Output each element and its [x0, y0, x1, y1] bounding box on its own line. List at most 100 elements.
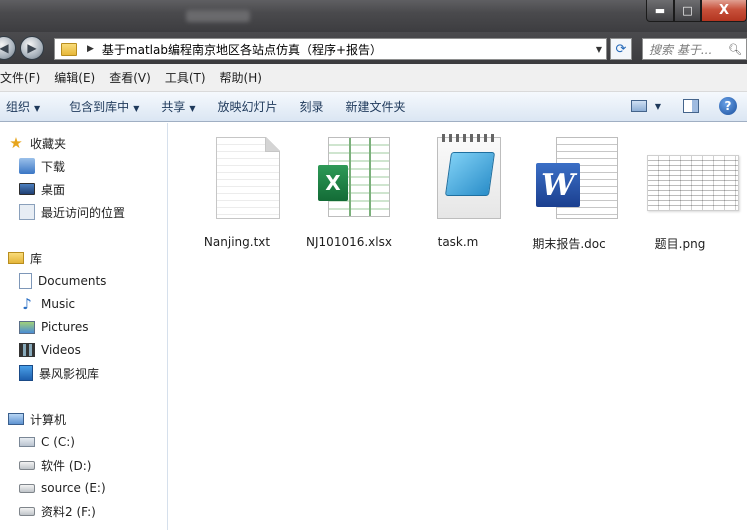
title-bar: ▬ □ X	[0, 0, 747, 32]
maximize-button[interactable]: □	[674, 0, 701, 22]
menu-tools[interactable]: 工具(T)	[158, 69, 213, 86]
png-thumbnail	[645, 135, 739, 223]
nav-item-drive-e[interactable]: source (E:)	[0, 477, 106, 499]
downloads-folder-icon	[19, 158, 35, 174]
back-button[interactable]: ◀	[0, 36, 16, 60]
command-bar: 组织 ▼ 包含到库中 ▼ 共享 ▼ 放映幻灯片 刻录 新建文件夹 ▼ ?	[0, 92, 747, 122]
excel-file-icon: X	[314, 135, 390, 223]
desktop-icon	[19, 183, 35, 195]
nav-item-label: 资料2 (F:)	[41, 504, 96, 519]
nav-item-label: 最近访问的位置	[41, 205, 126, 220]
share-button[interactable]: 共享 ▼	[150, 98, 206, 115]
computer-icon	[8, 413, 24, 425]
nav-item-label: 软件 (D:)	[41, 458, 92, 473]
preview-pane-icon[interactable]	[683, 99, 699, 113]
nav-item-label: Pictures	[41, 320, 89, 334]
nav-item-downloads[interactable]: 下载	[0, 155, 65, 177]
nav-item-label: source (E:)	[41, 481, 106, 495]
pictures-icon	[19, 320, 35, 334]
menu-view[interactable]: 查看(V)	[102, 69, 158, 86]
file-name: task.m	[437, 235, 479, 249]
file-item[interactable]: W 期末报告.doc	[519, 135, 619, 252]
window-controls: ▬ □ X	[646, 0, 747, 22]
new-folder-button[interactable]: 新建文件夹	[335, 98, 417, 115]
navigation-pane: ★ 收藏夹 下载 桌面 最近访问的位置 库 Documents ♪ Music Pi…	[0, 123, 168, 530]
documents-icon	[19, 273, 32, 289]
system-drive-icon	[19, 437, 35, 447]
nav-item-drive-c[interactable]: C (C:)	[0, 431, 75, 453]
file-item[interactable]: task.m	[408, 134, 508, 249]
chevron-down-icon: ▼	[34, 104, 41, 113]
breadcrumb-current-folder[interactable]: 基于matlab编程南京地区各站点仿真（程序+报告）	[102, 41, 382, 58]
address-history-dropdown[interactable]: ▼	[592, 45, 606, 54]
refresh-button[interactable]: ⟳	[610, 38, 632, 60]
nav-computer[interactable]: 计算机	[0, 408, 66, 430]
baofeng-library-icon	[19, 365, 33, 381]
menu-edit[interactable]: 编辑(E)	[47, 69, 102, 86]
word-file-icon: W	[534, 135, 618, 223]
nav-item-music[interactable]: ♪ Music	[0, 293, 75, 315]
menu-file[interactable]: 文件(F)	[0, 69, 47, 86]
nav-item-recent-places[interactable]: 最近访问的位置	[0, 201, 125, 223]
chevron-down-icon: ▼	[133, 104, 140, 113]
file-item[interactable]: Nanjing.txt	[187, 135, 287, 249]
search-placeholder: 搜索 基于...	[649, 42, 713, 57]
close-button[interactable]: X	[701, 0, 747, 22]
hard-drive-icon	[19, 506, 35, 516]
nav-item-baofeng-library[interactable]: 暴风影视库	[0, 362, 99, 384]
nav-libraries-label: 库	[30, 251, 43, 266]
menu-help[interactable]: 帮助(H)	[213, 69, 269, 86]
help-icon[interactable]: ?	[719, 97, 737, 115]
folder-icon	[61, 42, 77, 56]
matlab-file-icon	[423, 134, 501, 223]
film-strip-icon	[19, 343, 35, 357]
hard-drive-icon	[19, 483, 35, 493]
menu-bar: 文件(F) 编辑(E) 查看(V) 工具(T) 帮助(H)	[0, 64, 747, 92]
nav-item-pictures[interactable]: Pictures	[0, 316, 89, 338]
address-row: ◀ ▶ ▶ 基于matlab编程南京地区各站点仿真（程序+报告） ▼ ⟳ 搜索 …	[0, 32, 747, 64]
nav-item-label: 桌面	[41, 182, 66, 197]
include-library-button[interactable]: 包含到库中 ▼	[51, 98, 150, 115]
breadcrumb-separator-icon[interactable]: ▶	[87, 44, 94, 54]
view-controls: ▼ ?	[630, 97, 737, 115]
nav-item-label: Music	[41, 297, 76, 311]
file-item[interactable]: 题目.png	[630, 135, 739, 252]
nav-item-label: 暴风影视库	[39, 366, 100, 381]
slideshow-button[interactable]: 放映幻灯片	[207, 98, 289, 115]
star-icon: ★	[9, 134, 23, 152]
include-library-label: 包含到库中	[69, 100, 130, 114]
nav-item-videos[interactable]: Videos	[0, 339, 81, 361]
nav-item-label: 下载	[41, 159, 66, 174]
music-note-icon: ♪	[22, 295, 32, 313]
chevron-down-icon: ▼	[189, 104, 196, 113]
nav-item-desktop[interactable]: 桌面	[0, 178, 65, 200]
address-bar[interactable]: ▶ 基于matlab编程南京地区各站点仿真（程序+报告） ▼	[54, 38, 607, 60]
nav-libraries[interactable]: 库	[0, 247, 42, 269]
search-input[interactable]: 搜索 基于... 🔍︎	[642, 38, 747, 60]
recent-places-icon	[19, 204, 35, 220]
organize-button[interactable]: 组织 ▼	[0, 98, 51, 115]
share-label: 共享	[161, 100, 186, 114]
file-item[interactable]: X NJ101016.xlsx	[299, 135, 399, 249]
nav-favorites[interactable]: ★ 收藏夹	[0, 132, 66, 154]
nav-item-label: Videos	[41, 343, 81, 357]
file-name: NJ101016.xlsx	[306, 235, 392, 249]
text-file-icon	[202, 135, 280, 223]
search-icon[interactable]: 🔍︎	[728, 43, 746, 56]
nav-item-documents[interactable]: Documents	[0, 270, 106, 292]
minimize-button[interactable]: ▬	[646, 0, 674, 22]
file-name: 期末报告.doc	[532, 237, 606, 251]
file-name: Nanjing.txt	[203, 235, 271, 249]
burn-button[interactable]: 刻录	[289, 98, 335, 115]
nav-favorites-label: 收藏夹	[30, 136, 67, 151]
back-arrow-icon: ◀	[0, 41, 9, 55]
view-options-dropdown[interactable]: ▼	[655, 102, 661, 111]
change-view-icon[interactable]	[630, 100, 647, 112]
nav-item-label: Documents	[38, 274, 107, 288]
forward-button[interactable]: ▶	[20, 36, 44, 60]
file-list: Nanjing.txt X NJ101016.xlsx task.m W 期末报…	[169, 123, 747, 530]
nav-item-drive-f[interactable]: 资料2 (F:)	[0, 500, 96, 522]
forward-arrow-icon: ▶	[27, 41, 37, 55]
nav-computer-label: 计算机	[30, 412, 67, 427]
nav-item-drive-d[interactable]: 软件 (D:)	[0, 454, 91, 476]
